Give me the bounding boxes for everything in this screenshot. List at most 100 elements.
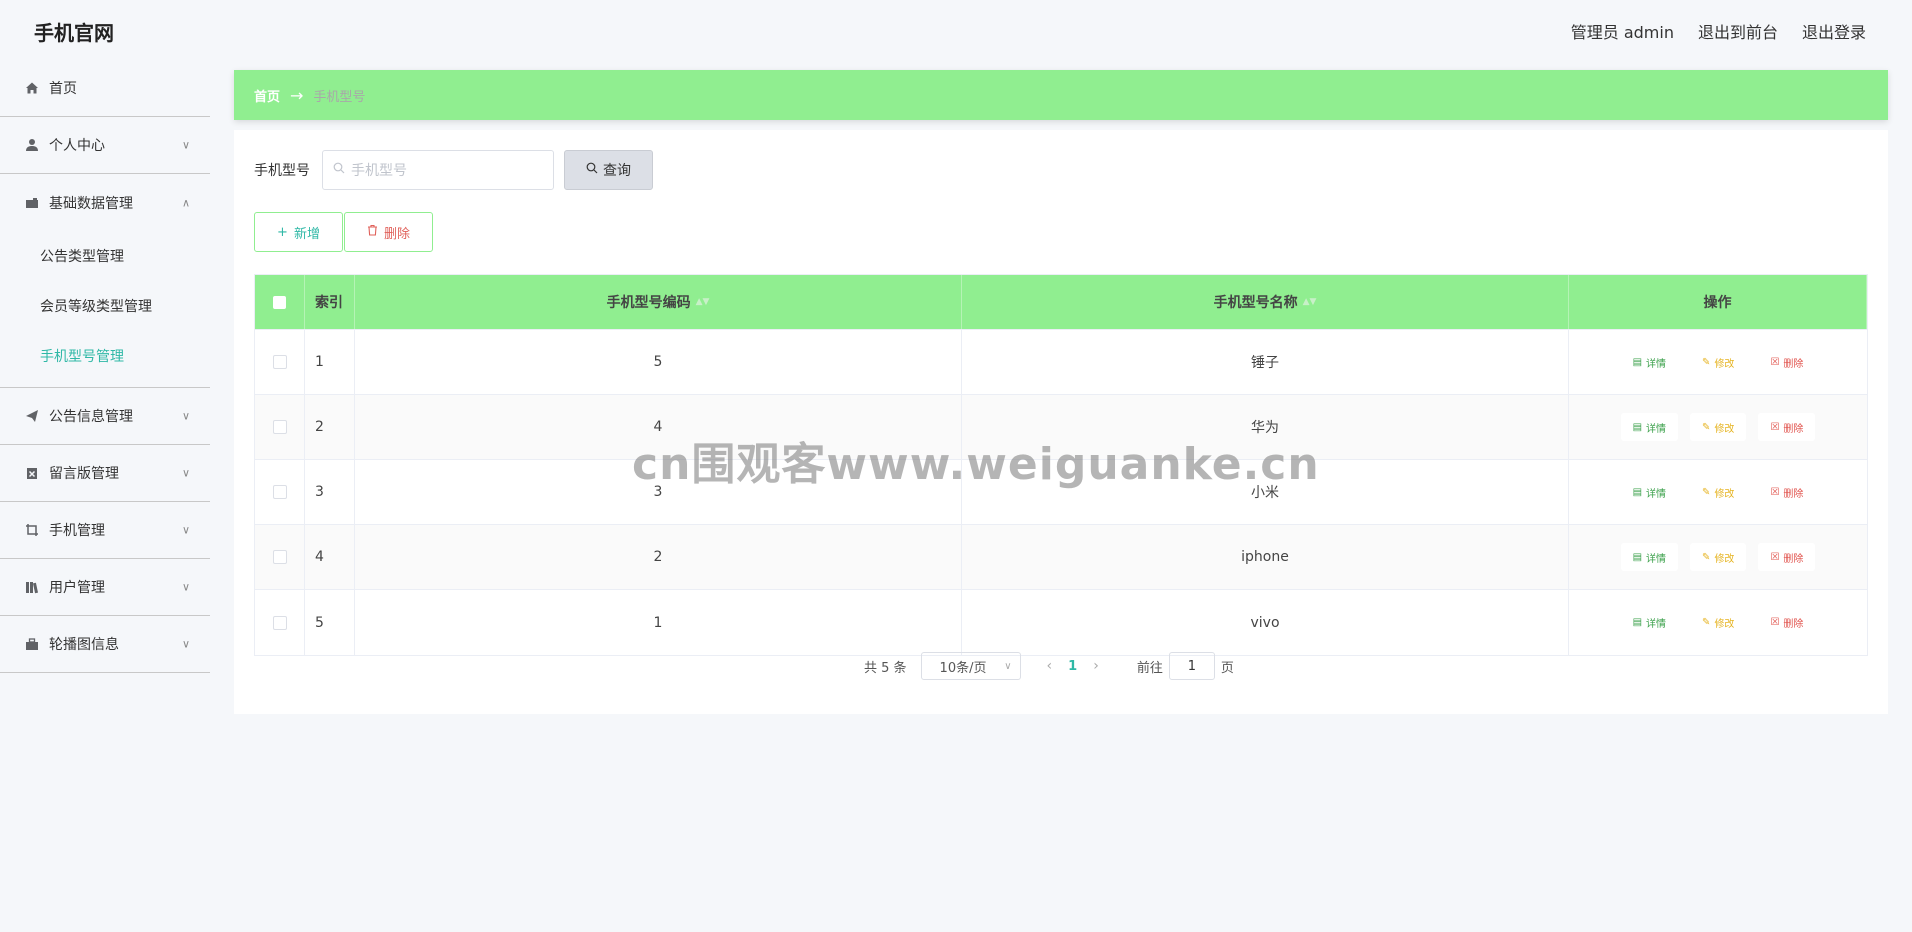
send-icon	[24, 408, 40, 424]
sidebar-subitem-phone-model[interactable]: 手机型号管理	[0, 331, 210, 381]
goto-label: 前往	[1136, 660, 1163, 676]
main-content: 首页 → 手机型号 手机型号 手机型号 查询 + 新增 删除 索引 手机型号编码…	[234, 70, 1888, 714]
edit-label: 修改	[1714, 553, 1735, 565]
detail-label: 详情	[1646, 553, 1667, 565]
chevron-down-icon: ∨	[181, 409, 190, 423]
page-number-button[interactable]: 1	[1068, 659, 1077, 674]
document-icon: ▤	[1632, 356, 1643, 368]
sidebar-item-phone-manage[interactable]: 手机管理 ∨	[0, 502, 210, 559]
trash-icon	[367, 224, 378, 240]
row-code: 5	[355, 330, 962, 394]
sidebar-item-label: 轮播图信息	[49, 637, 119, 653]
chevron-down-icon: ∨	[181, 466, 190, 480]
delete-row-button[interactable]: ☒ 删除	[1758, 348, 1816, 376]
page-size-select[interactable]: 10条/页 ∨	[920, 652, 1021, 680]
row-checkbox[interactable]	[272, 550, 287, 564]
toolbox-icon	[24, 636, 40, 652]
row-code: 1	[355, 590, 962, 655]
row-checkbox[interactable]	[272, 485, 287, 499]
trash-icon: ☒	[1770, 617, 1780, 628]
detail-button[interactable]: ▤ 详情	[1620, 608, 1679, 637]
edit-button[interactable]: ✎ 修改	[1690, 608, 1747, 637]
edit-label: 修改	[1714, 358, 1735, 370]
search-input[interactable]: 手机型号	[322, 150, 554, 190]
sidebar-item-carousel[interactable]: 轮播图信息 ∨	[0, 616, 210, 673]
action-row: + 新增 删除	[254, 212, 433, 252]
pagination: 共 5 条 10条/页 ∨ ‹ 1 › 前往 1 页	[864, 652, 1234, 680]
sidebar-item-home[interactable]: 首页	[0, 60, 210, 117]
chevron-right-icon[interactable]: ›	[1093, 658, 1099, 674]
row-checkbox[interactable]	[272, 615, 287, 630]
header-index: 索引	[305, 275, 355, 329]
crop-icon	[24, 522, 40, 538]
search-row: 手机型号 手机型号 查询	[254, 150, 653, 190]
user-icon	[24, 137, 40, 153]
document-icon: ▤	[1632, 421, 1643, 433]
detail-label: 详情	[1646, 423, 1667, 435]
row-index: 4	[305, 525, 355, 589]
sidebar-subitem-member-level[interactable]: 会员等级类型管理	[0, 281, 210, 331]
detail-label: 详情	[1646, 488, 1667, 500]
delete-row-button[interactable]: ☒ 删除	[1758, 478, 1816, 506]
document-icon: ▤	[1632, 617, 1643, 628]
edit-button[interactable]: ✎ 修改	[1690, 413, 1747, 441]
detail-button[interactable]: ▤ 详情	[1620, 348, 1679, 376]
sort-icon[interactable]: ▲▼	[1303, 297, 1317, 307]
row-name: vivo	[962, 590, 1569, 655]
sidebar-item-basic-data[interactable]: 基础数据管理 ∧	[0, 174, 210, 231]
header-name[interactable]: 手机型号名称 ▲▼	[962, 275, 1569, 329]
row-checkbox[interactable]	[272, 420, 287, 434]
detail-button[interactable]: ▤ 详情	[1620, 478, 1679, 506]
chevron-left-icon[interactable]: ‹	[1047, 658, 1053, 674]
detail-label: 详情	[1646, 358, 1667, 370]
row-name: 华为	[962, 395, 1569, 459]
clipboard-icon	[24, 465, 40, 481]
table-row: 4 2 iphone ▤ 详情 ✎ 修改 ☒ 删除	[255, 525, 1867, 590]
sort-icon[interactable]: ▲▼	[696, 297, 710, 307]
delete-row-button[interactable]: ☒ 删除	[1758, 413, 1816, 441]
sidebar-item-label: 用户管理	[49, 580, 105, 596]
detail-button[interactable]: ▤ 详情	[1620, 413, 1679, 441]
sidebar-item-label: 首页	[49, 81, 77, 97]
breadcrumb: 首页 → 手机型号	[234, 70, 1888, 120]
admin-user-link[interactable]: 管理员 admin	[1571, 19, 1674, 43]
exit-to-front-link[interactable]: 退出到前台	[1698, 19, 1778, 43]
chevron-up-icon: ∧	[181, 196, 190, 209]
delete-label: 删除	[1783, 423, 1804, 435]
header-code[interactable]: 手机型号编码 ▲▼	[355, 275, 962, 329]
detail-button[interactable]: ▤ 详情	[1620, 543, 1679, 571]
breadcrumb-home[interactable]: 首页	[254, 86, 280, 105]
library-icon	[24, 579, 40, 595]
edit-button[interactable]: ✎ 修改	[1690, 543, 1747, 571]
row-index: 3	[305, 460, 355, 524]
query-button[interactable]: 查询	[564, 150, 653, 190]
table-row: 3 3 小米 ▤ 详情 ✎ 修改 ☒ 删除	[255, 460, 1867, 525]
trash-icon: ☒	[1770, 356, 1780, 368]
select-all-checkbox[interactable]	[255, 275, 305, 329]
row-name: 小米	[962, 460, 1569, 524]
delete-row-button[interactable]: ☒ 删除	[1758, 543, 1816, 571]
goto-page-input[interactable]: 1	[1168, 652, 1215, 680]
sidebar-subitem-notice-type[interactable]: 公告类型管理	[0, 231, 210, 281]
header-code-label: 手机型号编码	[606, 295, 691, 311]
top-links: 管理员 admin 退出到前台 退出登录	[1571, 19, 1866, 43]
query-button-label: 查询	[603, 163, 631, 179]
table-row: 2 4 华为 ▤ 详情 ✎ 修改 ☒ 删除	[255, 395, 1867, 460]
sidebar-item-label: 公告信息管理	[49, 409, 133, 425]
sidebar-item-message-board[interactable]: 留言版管理 ∨	[0, 445, 210, 502]
logout-link[interactable]: 退出登录	[1802, 19, 1866, 43]
sidebar-item-personal-center[interactable]: 个人中心 ∨	[0, 117, 210, 174]
batch-delete-button[interactable]: 删除	[344, 212, 433, 252]
sidebar-item-label: 基础数据管理	[49, 195, 133, 212]
sidebar-item-notice-info[interactable]: 公告信息管理 ∨	[0, 388, 210, 445]
edit-button[interactable]: ✎ 修改	[1690, 348, 1747, 376]
sidebar-item-user-manage[interactable]: 用户管理 ∨	[0, 559, 210, 616]
edit-button[interactable]: ✎ 修改	[1690, 478, 1747, 506]
document-icon: ▤	[1632, 551, 1643, 563]
delete-row-button[interactable]: ☒ 删除	[1758, 608, 1816, 637]
search-label: 手机型号	[254, 163, 310, 179]
row-checkbox[interactable]	[272, 355, 287, 369]
edit-icon: ✎	[1702, 617, 1711, 628]
delete-label: 删除	[1783, 553, 1804, 565]
add-button[interactable]: + 新增	[254, 212, 343, 252]
